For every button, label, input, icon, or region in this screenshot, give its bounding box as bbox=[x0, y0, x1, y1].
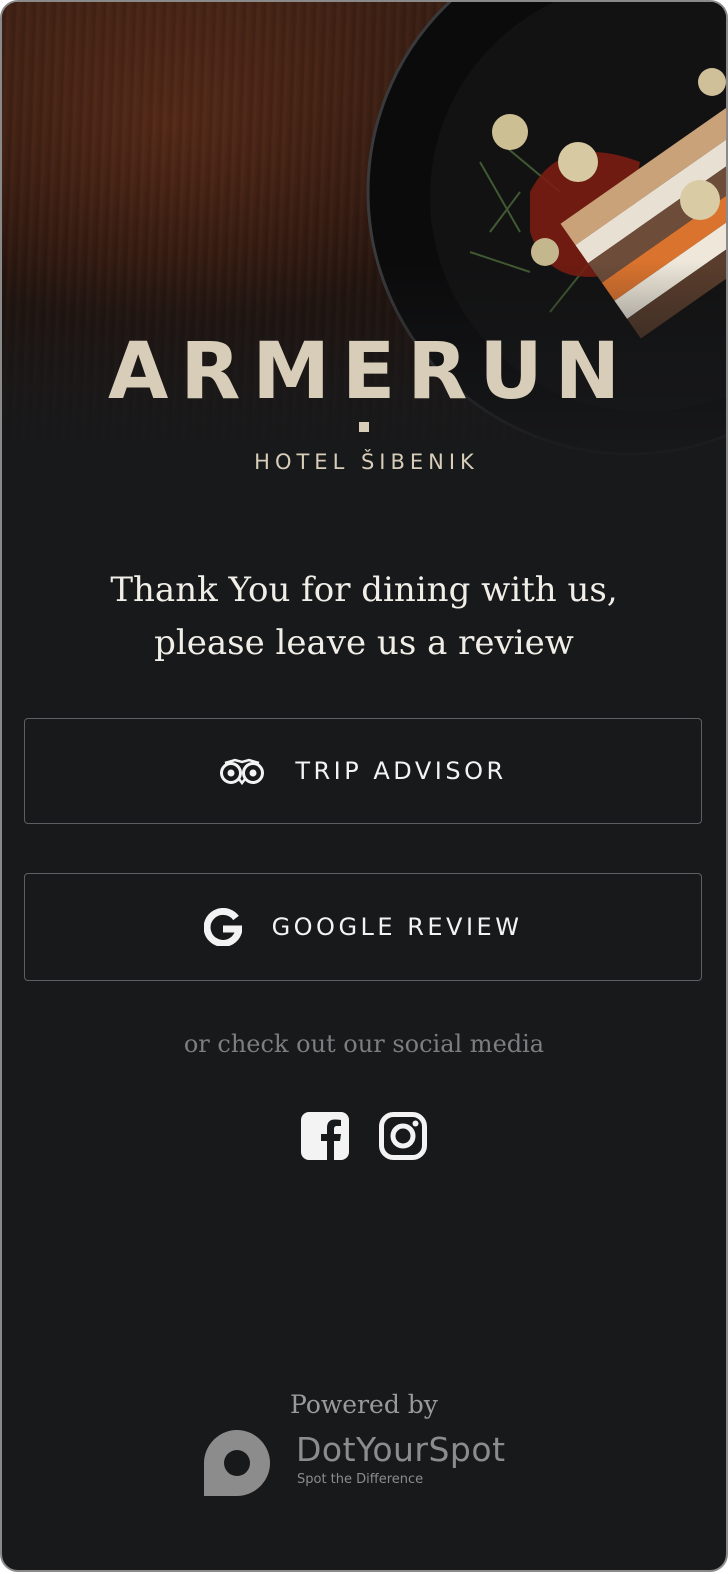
powered-by-label: Powered by bbox=[290, 1390, 438, 1419]
brand-name: ARMERUN bbox=[107, 327, 632, 417]
tripadvisor-button-label: TRIP ADVISOR bbox=[295, 757, 507, 785]
google-g-icon bbox=[203, 908, 242, 946]
vendor-name: DotYourSpot bbox=[296, 1430, 506, 1469]
social-links bbox=[2, 1112, 726, 1160]
social-caption: or check out our social media bbox=[183, 1030, 545, 1058]
vendor-tagline: Spot the Difference bbox=[297, 1472, 424, 1487]
facebook-icon[interactable] bbox=[301, 1112, 349, 1160]
tripadvisor-owl-icon bbox=[219, 757, 265, 785]
brand-logo: ARMERUN HOTEL ŠIBENIK bbox=[2, 332, 726, 474]
page-frame: ARMERUN HOTEL ŠIBENIK Thank You for dini… bbox=[0, 0, 728, 1572]
tripadvisor-review-button[interactable]: TRIP ADVISOR bbox=[24, 718, 702, 824]
dotyourspot-pin-icon bbox=[204, 1430, 270, 1496]
thank-you-line-2: please leave us a review bbox=[154, 623, 574, 663]
brand-subtitle: HOTEL ŠIBENIK bbox=[254, 450, 479, 474]
dotyourspot-logo[interactable]: DotYourSpot Spot the Difference bbox=[202, 1428, 542, 1500]
brand-dot bbox=[359, 422, 369, 432]
google-review-button[interactable]: GOOGLE REVIEW bbox=[24, 873, 702, 981]
thank-you-line-1: Thank You for dining with us, bbox=[110, 570, 618, 610]
instagram-icon[interactable] bbox=[379, 1112, 427, 1160]
google-button-label: GOOGLE REVIEW bbox=[271, 913, 523, 941]
thank-you-message: Thank You for dining with us, please lea… bbox=[42, 564, 686, 670]
